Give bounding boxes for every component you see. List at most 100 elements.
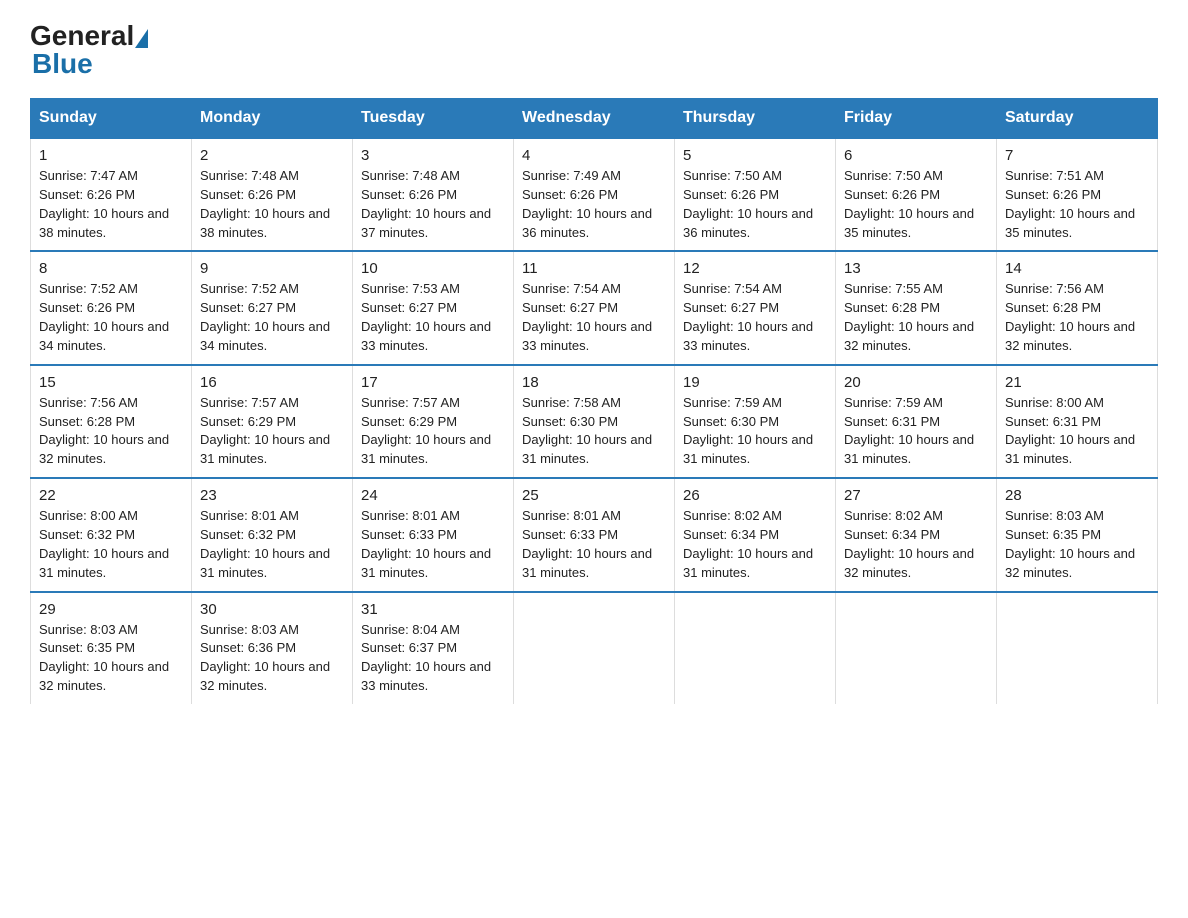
day-info: Sunrise: 8:04 AMSunset: 6:37 PMDaylight:… bbox=[361, 621, 505, 696]
calendar-week-row: 22 Sunrise: 8:00 AMSunset: 6:32 PMDaylig… bbox=[31, 478, 1158, 591]
calendar-cell: 9 Sunrise: 7:52 AMSunset: 6:27 PMDayligh… bbox=[192, 251, 353, 364]
calendar-cell bbox=[836, 592, 997, 704]
calendar-col-header-sunday: Sunday bbox=[31, 99, 192, 139]
calendar-cell: 21 Sunrise: 8:00 AMSunset: 6:31 PMDaylig… bbox=[997, 365, 1158, 478]
calendar-cell bbox=[514, 592, 675, 704]
calendar-cell: 3 Sunrise: 7:48 AMSunset: 6:26 PMDayligh… bbox=[353, 138, 514, 251]
calendar-cell: 29 Sunrise: 8:03 AMSunset: 6:35 PMDaylig… bbox=[31, 592, 192, 704]
day-info: Sunrise: 8:02 AMSunset: 6:34 PMDaylight:… bbox=[844, 507, 988, 582]
day-number: 12 bbox=[683, 260, 827, 277]
day-info: Sunrise: 8:01 AMSunset: 6:32 PMDaylight:… bbox=[200, 507, 344, 582]
day-number: 21 bbox=[1005, 374, 1149, 391]
day-info: Sunrise: 7:59 AMSunset: 6:30 PMDaylight:… bbox=[683, 394, 827, 469]
calendar-cell: 8 Sunrise: 7:52 AMSunset: 6:26 PMDayligh… bbox=[31, 251, 192, 364]
calendar-cell: 30 Sunrise: 8:03 AMSunset: 6:36 PMDaylig… bbox=[192, 592, 353, 704]
calendar-col-header-thursday: Thursday bbox=[675, 99, 836, 139]
logo-blue-text: Blue bbox=[32, 48, 93, 80]
day-info: Sunrise: 7:50 AMSunset: 6:26 PMDaylight:… bbox=[683, 167, 827, 242]
day-number: 3 bbox=[361, 147, 505, 164]
day-number: 7 bbox=[1005, 147, 1149, 164]
calendar-cell: 2 Sunrise: 7:48 AMSunset: 6:26 PMDayligh… bbox=[192, 138, 353, 251]
day-number: 5 bbox=[683, 147, 827, 164]
calendar-cell: 16 Sunrise: 7:57 AMSunset: 6:29 PMDaylig… bbox=[192, 365, 353, 478]
day-number: 20 bbox=[844, 374, 988, 391]
calendar-cell: 19 Sunrise: 7:59 AMSunset: 6:30 PMDaylig… bbox=[675, 365, 836, 478]
day-info: Sunrise: 7:52 AMSunset: 6:27 PMDaylight:… bbox=[200, 280, 344, 355]
calendar-col-header-wednesday: Wednesday bbox=[514, 99, 675, 139]
day-info: Sunrise: 8:01 AMSunset: 6:33 PMDaylight:… bbox=[522, 507, 666, 582]
day-info: Sunrise: 7:48 AMSunset: 6:26 PMDaylight:… bbox=[200, 167, 344, 242]
day-info: Sunrise: 7:52 AMSunset: 6:26 PMDaylight:… bbox=[39, 280, 183, 355]
day-info: Sunrise: 7:54 AMSunset: 6:27 PMDaylight:… bbox=[683, 280, 827, 355]
day-info: Sunrise: 7:55 AMSunset: 6:28 PMDaylight:… bbox=[844, 280, 988, 355]
calendar-cell: 27 Sunrise: 8:02 AMSunset: 6:34 PMDaylig… bbox=[836, 478, 997, 591]
day-info: Sunrise: 7:53 AMSunset: 6:27 PMDaylight:… bbox=[361, 280, 505, 355]
calendar-cell: 11 Sunrise: 7:54 AMSunset: 6:27 PMDaylig… bbox=[514, 251, 675, 364]
day-number: 8 bbox=[39, 260, 183, 277]
day-info: Sunrise: 7:50 AMSunset: 6:26 PMDaylight:… bbox=[844, 167, 988, 242]
day-info: Sunrise: 7:57 AMSunset: 6:29 PMDaylight:… bbox=[361, 394, 505, 469]
day-info: Sunrise: 7:56 AMSunset: 6:28 PMDaylight:… bbox=[39, 394, 183, 469]
day-number: 17 bbox=[361, 374, 505, 391]
day-number: 30 bbox=[200, 601, 344, 618]
calendar-cell: 14 Sunrise: 7:56 AMSunset: 6:28 PMDaylig… bbox=[997, 251, 1158, 364]
day-number: 24 bbox=[361, 487, 505, 504]
calendar-cell: 20 Sunrise: 7:59 AMSunset: 6:31 PMDaylig… bbox=[836, 365, 997, 478]
calendar-cell: 22 Sunrise: 8:00 AMSunset: 6:32 PMDaylig… bbox=[31, 478, 192, 591]
day-number: 27 bbox=[844, 487, 988, 504]
calendar-cell: 13 Sunrise: 7:55 AMSunset: 6:28 PMDaylig… bbox=[836, 251, 997, 364]
calendar-cell: 23 Sunrise: 8:01 AMSunset: 6:32 PMDaylig… bbox=[192, 478, 353, 591]
day-number: 26 bbox=[683, 487, 827, 504]
calendar-col-header-monday: Monday bbox=[192, 99, 353, 139]
day-info: Sunrise: 8:00 AMSunset: 6:31 PMDaylight:… bbox=[1005, 394, 1149, 469]
calendar-cell: 4 Sunrise: 7:49 AMSunset: 6:26 PMDayligh… bbox=[514, 138, 675, 251]
calendar-cell: 24 Sunrise: 8:01 AMSunset: 6:33 PMDaylig… bbox=[353, 478, 514, 591]
day-number: 28 bbox=[1005, 487, 1149, 504]
day-number: 13 bbox=[844, 260, 988, 277]
calendar-cell bbox=[997, 592, 1158, 704]
day-number: 25 bbox=[522, 487, 666, 504]
calendar-table: SundayMondayTuesdayWednesdayThursdayFrid… bbox=[30, 98, 1158, 704]
calendar-cell: 5 Sunrise: 7:50 AMSunset: 6:26 PMDayligh… bbox=[675, 138, 836, 251]
page-header: General Blue bbox=[30, 20, 1158, 80]
calendar-cell: 31 Sunrise: 8:04 AMSunset: 6:37 PMDaylig… bbox=[353, 592, 514, 704]
day-info: Sunrise: 8:03 AMSunset: 6:35 PMDaylight:… bbox=[39, 621, 183, 696]
calendar-cell: 7 Sunrise: 7:51 AMSunset: 6:26 PMDayligh… bbox=[997, 138, 1158, 251]
calendar-col-header-friday: Friday bbox=[836, 99, 997, 139]
calendar-week-row: 8 Sunrise: 7:52 AMSunset: 6:26 PMDayligh… bbox=[31, 251, 1158, 364]
calendar-cell: 28 Sunrise: 8:03 AMSunset: 6:35 PMDaylig… bbox=[997, 478, 1158, 591]
day-number: 16 bbox=[200, 374, 344, 391]
calendar-cell: 26 Sunrise: 8:02 AMSunset: 6:34 PMDaylig… bbox=[675, 478, 836, 591]
day-number: 4 bbox=[522, 147, 666, 164]
day-info: Sunrise: 7:57 AMSunset: 6:29 PMDaylight:… bbox=[200, 394, 344, 469]
day-number: 23 bbox=[200, 487, 344, 504]
day-info: Sunrise: 8:03 AMSunset: 6:35 PMDaylight:… bbox=[1005, 507, 1149, 582]
calendar-col-header-tuesday: Tuesday bbox=[353, 99, 514, 139]
day-number: 29 bbox=[39, 601, 183, 618]
day-info: Sunrise: 7:51 AMSunset: 6:26 PMDaylight:… bbox=[1005, 167, 1149, 242]
day-number: 11 bbox=[522, 260, 666, 277]
day-number: 2 bbox=[200, 147, 344, 164]
day-info: Sunrise: 7:47 AMSunset: 6:26 PMDaylight:… bbox=[39, 167, 183, 242]
day-number: 18 bbox=[522, 374, 666, 391]
day-info: Sunrise: 8:02 AMSunset: 6:34 PMDaylight:… bbox=[683, 507, 827, 582]
day-number: 22 bbox=[39, 487, 183, 504]
calendar-cell: 12 Sunrise: 7:54 AMSunset: 6:27 PMDaylig… bbox=[675, 251, 836, 364]
calendar-cell: 1 Sunrise: 7:47 AMSunset: 6:26 PMDayligh… bbox=[31, 138, 192, 251]
calendar-cell: 17 Sunrise: 7:57 AMSunset: 6:29 PMDaylig… bbox=[353, 365, 514, 478]
day-info: Sunrise: 7:58 AMSunset: 6:30 PMDaylight:… bbox=[522, 394, 666, 469]
day-info: Sunrise: 7:59 AMSunset: 6:31 PMDaylight:… bbox=[844, 394, 988, 469]
day-info: Sunrise: 7:48 AMSunset: 6:26 PMDaylight:… bbox=[361, 167, 505, 242]
calendar-cell bbox=[675, 592, 836, 704]
calendar-cell: 18 Sunrise: 7:58 AMSunset: 6:30 PMDaylig… bbox=[514, 365, 675, 478]
day-number: 6 bbox=[844, 147, 988, 164]
day-info: Sunrise: 7:54 AMSunset: 6:27 PMDaylight:… bbox=[522, 280, 666, 355]
calendar-week-row: 1 Sunrise: 7:47 AMSunset: 6:26 PMDayligh… bbox=[31, 138, 1158, 251]
logo-triangle-icon bbox=[135, 29, 148, 48]
day-number: 15 bbox=[39, 374, 183, 391]
calendar-week-row: 15 Sunrise: 7:56 AMSunset: 6:28 PMDaylig… bbox=[31, 365, 1158, 478]
calendar-header-row: SundayMondayTuesdayWednesdayThursdayFrid… bbox=[31, 99, 1158, 139]
day-number: 1 bbox=[39, 147, 183, 164]
logo: General Blue bbox=[30, 20, 149, 80]
day-info: Sunrise: 8:01 AMSunset: 6:33 PMDaylight:… bbox=[361, 507, 505, 582]
